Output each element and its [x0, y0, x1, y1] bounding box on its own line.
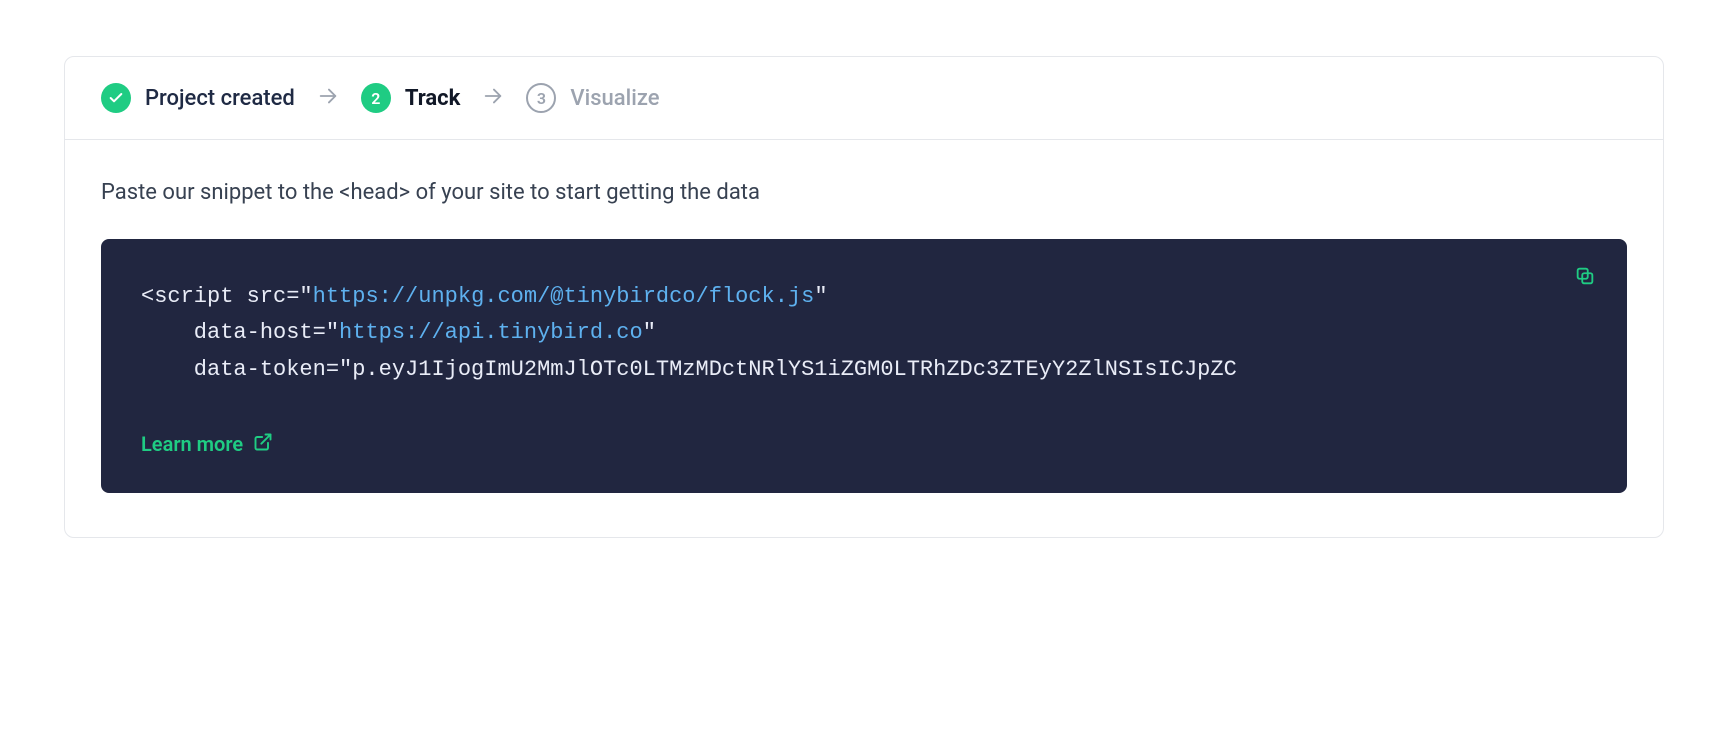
stepper: Project created 2 Track 3 Visualize: [65, 57, 1663, 140]
code-scroll-area[interactable]: <script src="https://unpkg.com/@tinybird…: [141, 279, 1587, 406]
check-icon: [101, 83, 131, 113]
external-link-icon: [253, 432, 273, 457]
step-track: 2 Track: [361, 83, 461, 113]
copy-button[interactable]: [1571, 263, 1599, 291]
code-snippet-block: <script src="https://unpkg.com/@tinybird…: [101, 239, 1627, 493]
step-label: Visualize: [570, 86, 659, 111]
learn-more-link[interactable]: Learn more: [141, 432, 273, 457]
arrow-right-icon: [317, 85, 339, 111]
card-body: Paste our snippet to the <head> of your …: [65, 140, 1663, 537]
learn-more-label: Learn more: [141, 432, 243, 456]
step-visualize: 3 Visualize: [526, 83, 659, 113]
step-label: Project created: [145, 86, 295, 111]
onboarding-card: Project created 2 Track 3 Visualize Past…: [64, 56, 1664, 538]
instruction-text: Paste our snippet to the <head> of your …: [101, 180, 1627, 205]
step-project-created: Project created: [101, 83, 295, 113]
step-number-badge: 2: [361, 83, 391, 113]
arrow-right-icon: [482, 85, 504, 111]
step-number-badge: 3: [526, 83, 556, 113]
copy-icon: [1574, 275, 1596, 290]
code-content: <script src="https://unpkg.com/@tinybird…: [141, 279, 1587, 388]
step-label: Track: [405, 86, 461, 111]
